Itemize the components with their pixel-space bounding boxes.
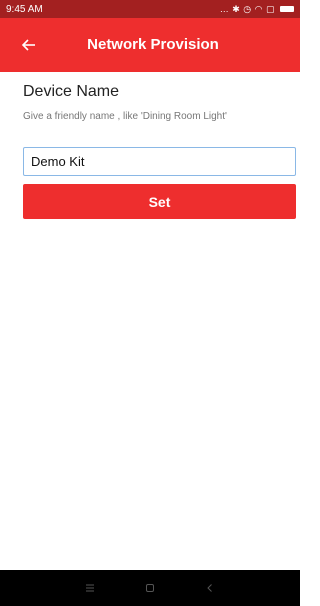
status-time: 9:45 AM <box>6 3 43 15</box>
status-bar: 9:45 AM … ✱ ◷ ◠ ▢ <box>0 0 300 18</box>
device-name-heading: Device Name <box>23 83 120 100</box>
device-name-helper-text: Give a friendly name , like 'Dining Room… <box>23 111 227 122</box>
dots-icon: … <box>219 4 230 14</box>
menu-icon[interactable] <box>83 581 97 595</box>
sim-icon: ▢ <box>265 3 275 14</box>
device-name-input[interactable] <box>23 147 296 176</box>
system-nav-bar <box>0 570 300 606</box>
set-button[interactable]: Set <box>23 184 296 219</box>
app-bar: Network Provision <box>0 18 300 72</box>
page-title: Network Provision <box>87 36 219 53</box>
status-icons: … ✱ ◷ ◠ ▢ <box>220 4 294 15</box>
battery-icon <box>280 6 294 12</box>
wifi-icon: ◠ <box>254 3 263 14</box>
bluetooth-icon: ✱ <box>232 3 241 14</box>
home-icon[interactable] <box>143 581 157 595</box>
device-name-form: Device Name Give a friendly name , like … <box>23 72 296 219</box>
alarm-icon: ◷ <box>243 3 252 14</box>
back-icon[interactable] <box>203 581 217 595</box>
